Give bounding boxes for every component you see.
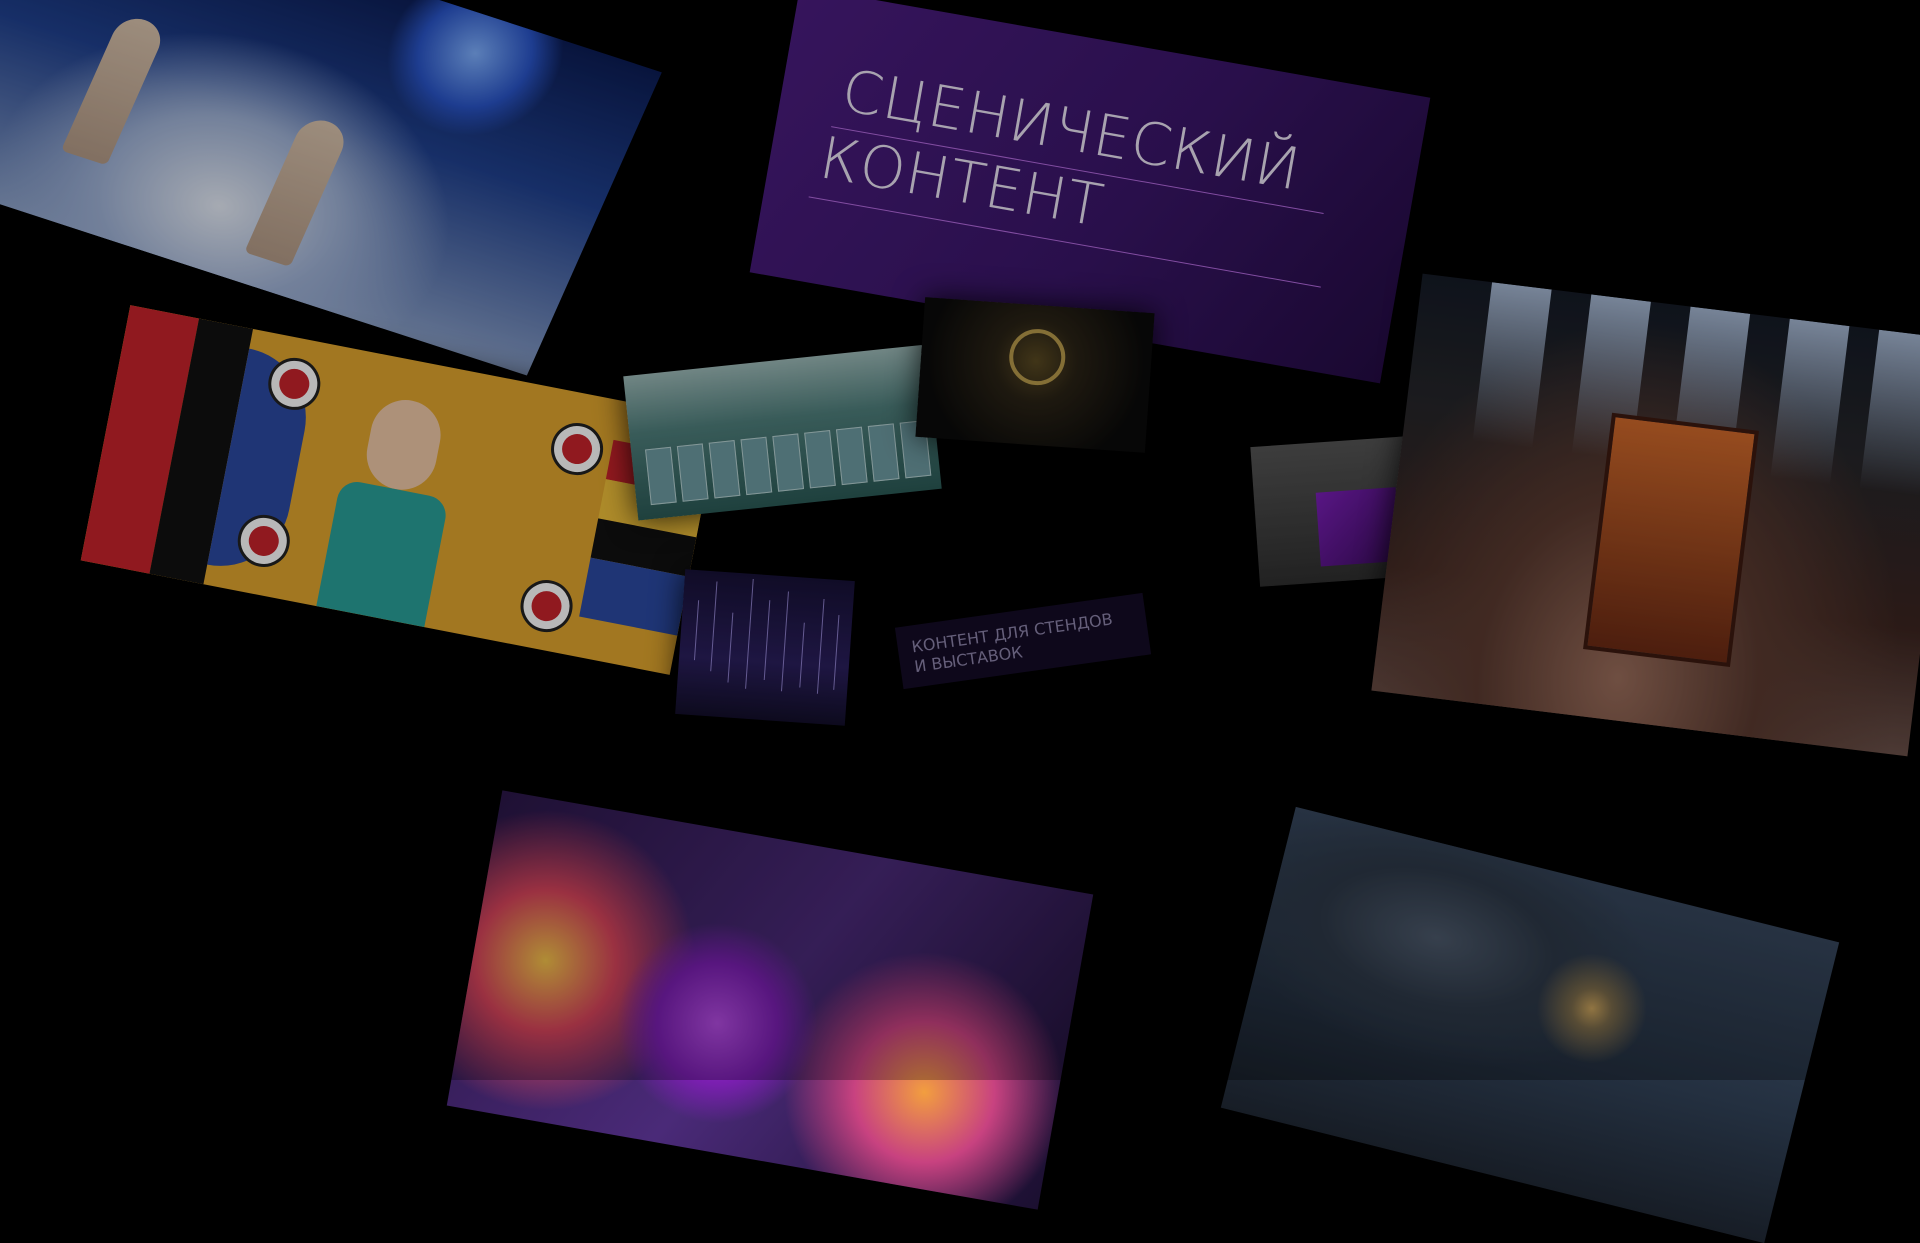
- performer-figure: [244, 114, 352, 267]
- purple-rain-card[interactable]: [675, 569, 855, 726]
- stage-door: [1583, 412, 1759, 668]
- glass-pane: [804, 430, 836, 489]
- caption-plate[interactable]: КОНТЕНТ ДЛЯ СТЕНДОВ И ВЫСТАВОК: [894, 592, 1152, 690]
- clock-tunnel-card[interactable]: [915, 297, 1155, 453]
- glass-pane: [740, 436, 773, 496]
- glass-pane: [772, 433, 805, 492]
- light-streak: [816, 598, 825, 694]
- spotlight-beam: [1472, 282, 1552, 449]
- glass-pane: [676, 443, 709, 502]
- light-streak: [780, 591, 789, 692]
- light-streak: [710, 581, 718, 672]
- light-streak: [693, 600, 700, 661]
- glass-pane: [645, 446, 677, 506]
- stage-photo-card[interactable]: [0, 0, 662, 376]
- glass-pane: [867, 423, 900, 482]
- cartoon-banner-card[interactable]: [80, 305, 720, 675]
- glass-pane: [835, 426, 868, 486]
- red-disc: [516, 575, 578, 637]
- light-streak: [745, 578, 754, 689]
- abstract-render-card[interactable]: [446, 790, 1094, 1210]
- character-jacket: [316, 478, 450, 628]
- greenhouse-card[interactable]: [623, 344, 942, 521]
- light-streak: [727, 612, 734, 683]
- light-streak: [799, 622, 805, 688]
- light-streak: [763, 600, 771, 681]
- spotlight-beam: [1770, 318, 1850, 485]
- spotlight-beam: [1859, 329, 1920, 496]
- performer-figure: [60, 12, 168, 166]
- character-head: [360, 394, 447, 496]
- glass-pane: [708, 440, 741, 499]
- red-disc: [546, 418, 608, 480]
- circus-stage-card[interactable]: [1371, 273, 1920, 757]
- clock-icon: [1007, 327, 1068, 387]
- light-streak: [833, 615, 840, 690]
- fireworks-sky-card[interactable]: [1220, 806, 1840, 1243]
